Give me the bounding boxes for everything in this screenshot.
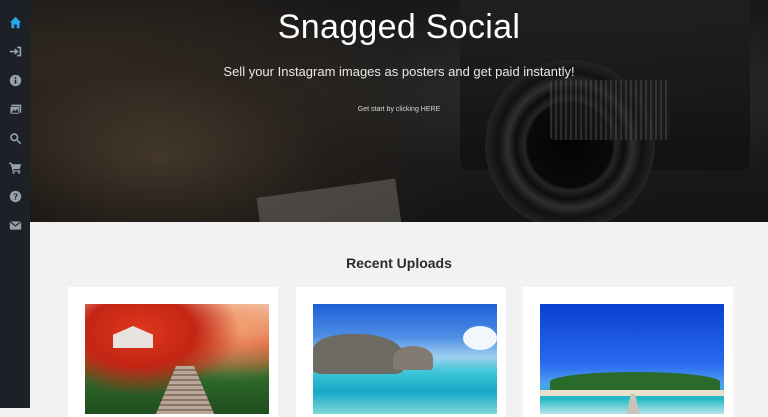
hero-banner: Snagged Social Sell your Instagram image… — [30, 0, 768, 222]
sign-in-icon — [9, 46, 21, 57]
sidebar-item-sign-in[interactable] — [0, 37, 30, 66]
upload-photo-autumn-garden — [85, 304, 269, 414]
upload-photo-tropical-lagoon — [313, 304, 497, 414]
sidebar-item-contact[interactable] — [0, 211, 30, 240]
images-icon — [9, 104, 21, 115]
help-icon — [9, 190, 21, 203]
envelope-icon — [9, 221, 21, 230]
cart-icon — [8, 162, 21, 174]
hero-subtitle: Sell your Instagram images as posters an… — [223, 64, 575, 79]
sidebar-item-info[interactable] — [0, 66, 30, 95]
upload-card[interactable] — [296, 287, 506, 417]
search-icon — [9, 133, 21, 145]
hero-title: Snagged Social — [277, 8, 521, 46]
upload-card[interactable] — [523, 287, 733, 417]
photo-rock — [313, 334, 403, 374]
photo-rock — [393, 346, 433, 370]
sidebar — [0, 0, 30, 408]
recent-uploads-section: Recent Uploads — [30, 222, 768, 417]
sidebar-item-help[interactable] — [0, 182, 30, 211]
photo-pier — [626, 394, 640, 414]
photo-cloud — [463, 326, 497, 350]
upload-cards — [68, 287, 736, 417]
section-title: Recent Uploads — [346, 255, 452, 271]
sidebar-item-search[interactable] — [0, 124, 30, 153]
photo-trees — [550, 372, 720, 392]
home-icon — [9, 16, 21, 29]
photo-steps — [155, 366, 215, 414]
upload-card[interactable] — [68, 287, 278, 417]
photo-hut — [113, 326, 153, 348]
upload-photo-island — [540, 304, 724, 414]
sidebar-item-home[interactable] — [0, 8, 30, 37]
sidebar-item-gallery[interactable] — [0, 95, 30, 124]
hero-cta-link[interactable]: Get start by clicking HERE — [30, 106, 768, 113]
sidebar-item-cart[interactable] — [0, 153, 30, 182]
info-icon — [9, 74, 21, 87]
